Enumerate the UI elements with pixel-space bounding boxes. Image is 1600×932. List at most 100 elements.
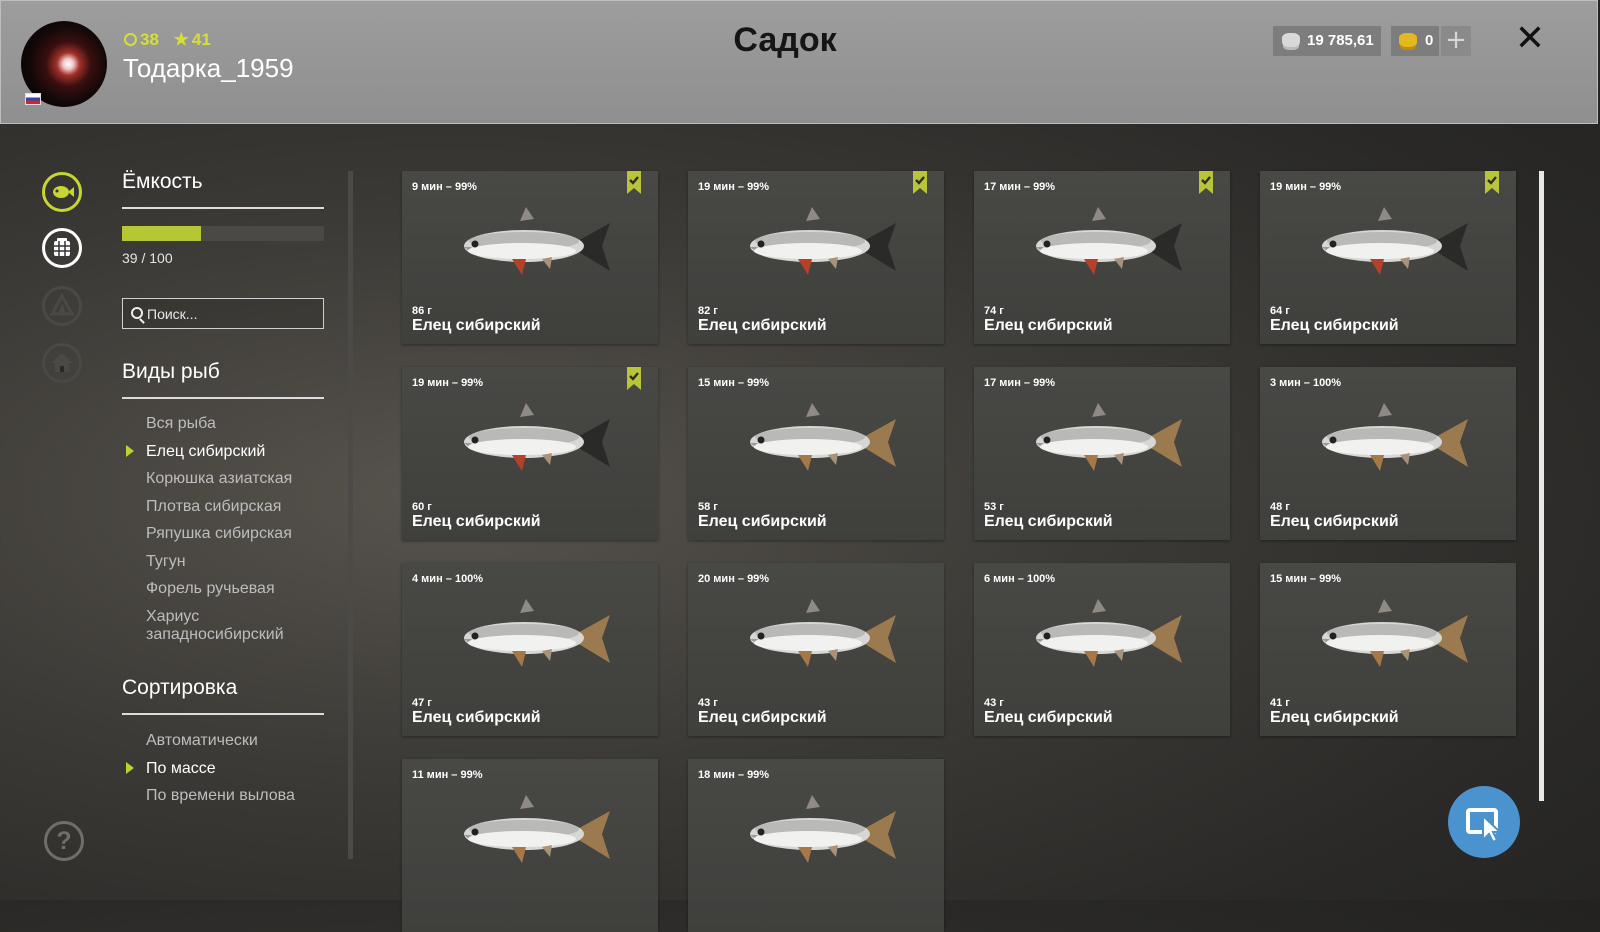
fish-weight: 41 г [1270, 697, 1290, 709]
fish-name: Елец сибирский [412, 709, 541, 726]
fish-card[interactable]: 15 мин – 99% 41 г Елец сибирский [1260, 563, 1516, 736]
fish-card[interactable]: 20 мин – 99% 43 г Елец сибирский [688, 563, 944, 736]
fish-weight: 86 г [412, 305, 432, 317]
fish-card[interactable]: 4 мин – 100% 47 г Елец сибирский [402, 563, 658, 736]
fish-card[interactable]: 6 мин – 100% 43 г Елец сибирский [974, 563, 1230, 736]
fish-time-freshness: 15 мин – 99% [1270, 573, 1342, 585]
help-icon[interactable]: ? [44, 821, 84, 861]
fish-card[interactable]: 9 мин – 99% 86 г Елец сибирский [402, 171, 658, 344]
fish-time-freshness: 11 мин – 99% [412, 769, 483, 781]
capacity-title: Ёмкость [122, 170, 203, 193]
sorting-divider [122, 713, 324, 715]
cursor-mode-button[interactable] [1448, 786, 1520, 858]
sorting-title: Сортировка [122, 676, 238, 699]
fish-name: Елец сибирский [412, 317, 541, 334]
species-item-all[interactable]: Вся рыба [146, 415, 326, 433]
species-item-vendace[interactable]: Ряпушка сибирская [146, 525, 326, 543]
bookmark-icon[interactable] [626, 171, 642, 195]
fish-card[interactable]: 19 мин – 99% 60 г Елец сибирский [402, 367, 658, 540]
russia-flag-icon [25, 93, 41, 105]
species-item-smelt[interactable]: Корюшка азиатская [146, 470, 326, 488]
home-icon[interactable] [42, 343, 82, 383]
silver-value: 19 785,61 [1307, 32, 1374, 49]
fish-image [750, 795, 896, 863]
tent-icon[interactable] [42, 286, 82, 326]
fish-name: Елец сибирский [984, 317, 1113, 334]
fish-weight: 82 г [698, 305, 718, 317]
species-item-tugun[interactable]: Тугун [146, 553, 326, 571]
bookmark-icon[interactable] [626, 367, 642, 391]
fish-icon[interactable] [42, 172, 82, 212]
fish-card[interactable]: 11 мин – 99% [402, 759, 658, 932]
fish-weight: 64 г [1270, 305, 1290, 317]
species-item-dace[interactable]: Елец сибирский [146, 443, 326, 461]
fish-image [1322, 403, 1468, 471]
species-item-brook-trout[interactable]: Форель ручьевая [146, 580, 326, 598]
capacity-text: 39 / 100 [122, 250, 173, 266]
search-input[interactable] [147, 299, 317, 328]
sort-by-mass[interactable]: По массе [146, 760, 326, 778]
sort-auto[interactable]: Автоматически [146, 732, 326, 750]
fish-name: Елец сибирский [1270, 513, 1399, 530]
fish-image [464, 403, 610, 471]
search-icon [131, 307, 143, 319]
fish-card[interactable]: 15 мин – 99% 58 г Елец сибирский [688, 367, 944, 540]
bookmark-icon[interactable] [1484, 171, 1500, 195]
fish-image [1036, 403, 1182, 471]
fish-weight: 74 г [984, 305, 1004, 317]
fish-name: Елец сибирский [1270, 709, 1399, 726]
cursor-icon [1466, 808, 1503, 844]
fish-time-freshness: 17 мин – 99% [984, 377, 1056, 389]
search-field[interactable] [122, 298, 324, 329]
fish-time-freshness: 15 мин – 99% [698, 377, 770, 389]
fish-card[interactable]: 18 мин – 99% [688, 759, 944, 932]
fish-name: Елец сибирский [984, 513, 1113, 530]
fish-time-freshness: 19 мин – 99% [412, 377, 484, 389]
fish-weight: 60 г [412, 501, 432, 513]
selected-arrow-icon [126, 762, 134, 774]
fish-time-freshness: 6 мин – 100% [984, 573, 1056, 585]
keepnet-icon[interactable] [42, 228, 82, 268]
fish-time-freshness: 18 мин – 99% [698, 769, 770, 781]
fish-time-freshness: 9 мин – 99% [412, 181, 477, 193]
capacity-divider [122, 207, 324, 209]
panel-divider [348, 171, 353, 859]
fish-name: Елец сибирский [1270, 317, 1399, 334]
fish-image [464, 795, 610, 863]
fish-weight: 43 г [698, 697, 718, 709]
close-button[interactable]: ✕ [1513, 19, 1547, 59]
fish-card[interactable]: 3 мин – 100% 48 г Елец сибирский [1260, 367, 1516, 540]
silver-balance: 19 785,61 [1273, 26, 1381, 56]
fish-image [1036, 207, 1182, 275]
sort-by-time[interactable]: По времени вылова [146, 787, 326, 805]
add-currency-button[interactable]: + [1441, 26, 1471, 56]
bookmark-icon[interactable] [1198, 171, 1214, 195]
fish-name: Елец сибирский [698, 513, 827, 530]
fish-image [464, 207, 610, 275]
fish-card[interactable]: 19 мин – 99% 82 г Елец сибирский [688, 171, 944, 344]
fish-card[interactable]: 19 мин – 99% 64 г Елец сибирский [1260, 171, 1516, 344]
species-item-grayling[interactable]: Хариус западносибирский [146, 608, 306, 644]
gold-coins-icon [1399, 33, 1417, 47]
capacity-progress-fill [122, 226, 201, 241]
fish-card[interactable]: 17 мин – 99% 74 г Елец сибирский [974, 171, 1230, 344]
fish-image [750, 207, 896, 275]
fish-image [750, 599, 896, 667]
fish-time-freshness: 17 мин – 99% [984, 181, 1056, 193]
fish-weight: 43 г [984, 697, 1004, 709]
fish-weight: 58 г [698, 501, 718, 513]
silver-coins-icon [1282, 33, 1300, 47]
bookmark-icon[interactable] [912, 171, 928, 195]
header-bar: 38 ★ 41 Тодарка_1959 Садок 19 785,61 0 + … [0, 0, 1598, 124]
fish-name: Елец сибирский [698, 317, 827, 334]
species-title: Виды рыб [122, 360, 220, 383]
fish-image [464, 599, 610, 667]
fish-weight: 53 г [984, 501, 1004, 513]
fish-image [1322, 599, 1468, 667]
species-item-roach[interactable]: Плотва сибирская [146, 498, 326, 516]
scrollbar[interactable] [1539, 171, 1544, 801]
fish-card[interactable]: 17 мин – 99% 53 г Елец сибирский [974, 367, 1230, 540]
fish-time-freshness: 4 мин – 100% [412, 573, 484, 585]
fish-name: Елец сибирский [412, 513, 541, 530]
fish-name: Елец сибирский [984, 709, 1113, 726]
